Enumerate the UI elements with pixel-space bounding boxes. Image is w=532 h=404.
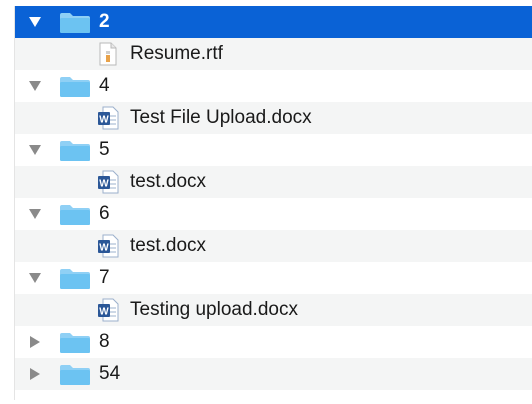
disclosure-triangle-expanded-icon[interactable] <box>27 270 43 286</box>
folder-icon <box>59 268 91 290</box>
svg-text:W: W <box>99 115 109 126</box>
folder-icon <box>59 76 91 98</box>
disclosure-triangle-expanded-icon[interactable] <box>27 142 43 158</box>
folder-row-8[interactable]: 8 <box>15 326 532 358</box>
folder-label: 54 <box>99 363 121 384</box>
word-document-icon: W <box>97 170 119 194</box>
folder-row-5[interactable]: 5 <box>15 134 532 166</box>
disclosure-triangle-expanded-icon[interactable] <box>27 78 43 94</box>
word-document-icon: W <box>97 106 119 130</box>
svg-text:W: W <box>99 243 109 254</box>
folder-label: 6 <box>99 203 110 224</box>
rtf-document-icon <box>97 42 119 66</box>
svg-text:W: W <box>99 307 109 318</box>
folder-icon <box>59 204 91 226</box>
folder-label: 8 <box>99 331 110 352</box>
folder-icon <box>59 332 91 354</box>
file-row-resume-rtf[interactable]: Resume.rtf <box>15 38 532 70</box>
folder-row-6[interactable]: 6 <box>15 198 532 230</box>
folder-label: 4 <box>99 75 110 96</box>
disclosure-triangle-expanded-icon[interactable] <box>27 206 43 222</box>
file-row-test-docx[interactable]: W test.docx <box>15 166 532 198</box>
word-document-icon: W <box>97 234 119 258</box>
disclosure-triangle-collapsed-icon[interactable] <box>27 334 43 350</box>
folder-label: 7 <box>99 267 110 288</box>
word-document-icon: W <box>97 298 119 322</box>
folder-icon <box>59 140 91 162</box>
svg-text:W: W <box>99 179 109 190</box>
file-row-testing-upload-docx[interactable]: W Testing upload.docx <box>15 294 532 326</box>
disclosure-triangle-expanded-icon[interactable] <box>27 14 43 30</box>
file-label: Test File Upload.docx <box>130 107 312 128</box>
folder-row-2[interactable]: 2 <box>15 6 532 38</box>
folder-row-54[interactable]: 54 <box>15 358 532 390</box>
file-row-test-docx[interactable]: W test.docx <box>15 230 532 262</box>
file-row-test-file-upload-docx[interactable]: W Test File Upload.docx <box>15 102 532 134</box>
folder-row-7[interactable]: 7 <box>15 262 532 294</box>
folder-row-4[interactable]: 4 <box>15 70 532 102</box>
folder-label: 2 <box>99 11 110 32</box>
file-label: Resume.rtf <box>130 43 223 64</box>
file-label: test.docx <box>130 171 207 192</box>
disclosure-triangle-collapsed-icon[interactable] <box>27 366 43 382</box>
file-label: test.docx <box>130 235 207 256</box>
folder-label: 5 <box>99 139 110 160</box>
file-label: Testing upload.docx <box>130 299 298 320</box>
folder-icon <box>59 364 91 386</box>
folder-icon <box>59 12 91 34</box>
file-tree-outline: 2 Resume.rtf 4 W Test File Upload.docx 5… <box>14 6 532 400</box>
